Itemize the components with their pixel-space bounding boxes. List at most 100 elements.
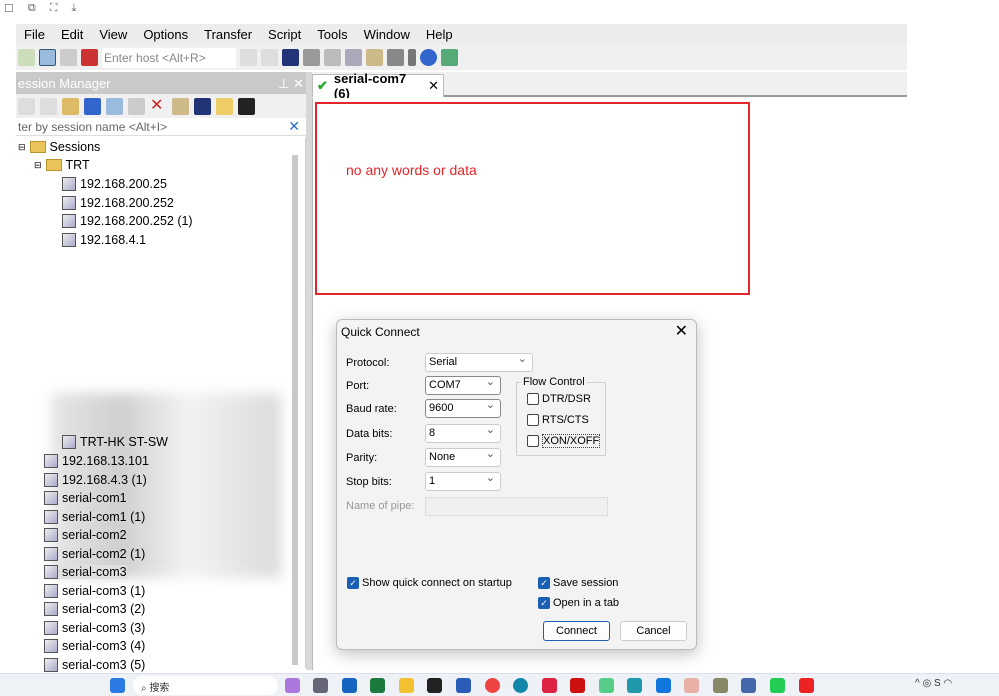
tree-item[interactable]: serial-com1 (44, 491, 127, 505)
tree-item[interactable]: serial-com2 (1) (44, 546, 145, 561)
tree-item[interactable]: 192.168.200.25 (62, 177, 167, 191)
tree-item[interactable]: serial-com3 (4) (44, 639, 145, 653)
tab-serial-com7[interactable]: ✔ serial-com7 (6) ✕ (312, 71, 444, 101)
tree-item[interactable]: 192.168.200.252 (62, 195, 174, 210)
session-options-icon[interactable] (366, 49, 383, 66)
menu-script[interactable]: Script (260, 27, 309, 42)
open-tab-checkbox[interactable]: ✓ Open in a tab (538, 597, 619, 609)
notes-icon[interactable] (627, 678, 642, 693)
menu-edit[interactable]: Edit (53, 27, 91, 42)
tree-item[interactable]: TRT-HK ST-SW (62, 435, 168, 449)
menu-options[interactable]: Options (135, 27, 196, 42)
new-folder-icon[interactable] (216, 97, 233, 115)
menu-tools[interactable]: Tools (309, 27, 355, 42)
download-icon[interactable]: ⤓ (71, 2, 76, 15)
session-filter-input[interactable]: ter by session name <Alt+I> ✕ (16, 118, 306, 136)
connect-icon[interactable] (39, 49, 56, 66)
connect-tab-icon[interactable] (40, 97, 57, 115)
delete-icon[interactable]: ✕ (150, 97, 167, 115)
find-icon[interactable] (282, 49, 299, 66)
close-dialog-icon[interactable]: ✕ (675, 321, 688, 341)
print-setup-icon[interactable] (303, 49, 320, 66)
cancel-button[interactable]: Cancel (620, 621, 687, 641)
menu-file[interactable]: File (16, 27, 53, 42)
app2-icon[interactable] (713, 678, 728, 693)
disconnect-icon[interactable] (81, 49, 98, 66)
close-tab-icon[interactable]: ✕ (428, 78, 439, 94)
show-startup-checkbox[interactable]: ✓ Show quick connect on startup (347, 577, 512, 589)
tree-item[interactable]: serial-com3 (5) (44, 657, 145, 672)
edit-icon[interactable]: ☐ (4, 2, 14, 15)
xon-checkbox[interactable]: XON/XOFF (527, 434, 601, 448)
rts-checkbox[interactable]: RTS/CTS (527, 414, 589, 426)
window-icon[interactable]: ⧉ (28, 2, 36, 15)
print-selection-icon[interactable] (324, 49, 341, 66)
terminal-app-icon[interactable] (427, 678, 442, 693)
help-icon[interactable] (420, 49, 437, 66)
baud-select[interactable]: 9600 (425, 398, 501, 418)
save-session-checkbox[interactable]: ✓ Save session (538, 577, 618, 589)
screenshot-icon[interactable]: ⛶ (50, 2, 58, 15)
settings-icon[interactable] (313, 678, 328, 693)
menu-help[interactable]: Help (418, 27, 461, 42)
chrome-icon[interactable] (485, 678, 500, 693)
port-select[interactable]: COM7 (425, 375, 501, 395)
tree-item[interactable]: serial-com3 (44, 565, 127, 579)
keymap-icon[interactable] (408, 49, 416, 66)
databits-select[interactable]: 8 (425, 423, 501, 443)
dtr-checkbox[interactable]: DTR/DSR (527, 393, 591, 405)
tree-item[interactable]: serial-com3 (1) (44, 583, 145, 598)
copy-icon[interactable] (240, 49, 257, 66)
sftp-icon[interactable] (441, 49, 458, 66)
excel-icon[interactable] (370, 678, 385, 693)
app-icon[interactable] (599, 678, 614, 693)
menu-window[interactable]: Window (356, 27, 418, 42)
youdao-icon[interactable] (799, 678, 814, 693)
stopbits-select[interactable]: 1 (425, 471, 501, 491)
cut-icon[interactable] (84, 97, 101, 115)
pin-close-icons[interactable]: ⊥ ✕ (278, 76, 304, 91)
edge-icon[interactable] (513, 678, 528, 693)
terminal-icon[interactable] (238, 97, 255, 115)
protocol-select[interactable]: Serial (425, 352, 533, 372)
system-tray[interactable]: ^ ◎ S ◠ (915, 678, 975, 693)
session-manager-icon[interactable] (18, 49, 35, 66)
pdf-icon[interactable] (570, 678, 585, 693)
outlook-icon[interactable] (342, 678, 357, 693)
taskbar-search[interactable]: ⌕ 搜索 (133, 676, 278, 695)
explorer-icon[interactable] (399, 678, 414, 693)
connect-button[interactable]: Connect (543, 621, 610, 641)
tree-item[interactable]: 192.168.4.1 (62, 232, 146, 247)
start-icon[interactable] (110, 678, 125, 693)
tree-folder-trt[interactable]: ⊟ TRT (34, 158, 90, 172)
app3-icon[interactable] (741, 678, 756, 693)
print-icon[interactable] (345, 49, 362, 66)
tree-item[interactable]: 192.168.4.3 (1) (44, 472, 147, 487)
feishu-icon[interactable] (656, 678, 671, 693)
tree-item[interactable]: serial-com2 (44, 528, 127, 542)
tree-item[interactable]: 192.168.200.252 (1) (62, 214, 193, 228)
global-options-icon[interactable] (387, 49, 404, 66)
powerpoint-icon[interactable] (542, 678, 557, 693)
new-session-icon[interactable] (62, 97, 79, 115)
paste-icon[interactable] (261, 49, 278, 66)
tree-root-sessions[interactable]: ⊟ Sessions (18, 140, 100, 154)
clear-filter-icon[interactable]: ✕ (288, 118, 300, 135)
securecrt-icon[interactable] (684, 678, 699, 693)
tree-item[interactable]: serial-com1 (1) (44, 509, 145, 524)
copilot-icon[interactable] (285, 678, 300, 693)
tree-scrollbar[interactable] (292, 155, 298, 665)
connect-session-icon[interactable] (18, 97, 35, 115)
paste-session-icon[interactable] (128, 97, 145, 115)
find-session-icon[interactable] (194, 97, 211, 115)
tree-item[interactable]: serial-com3 (2) (44, 602, 145, 616)
tree-item[interactable]: 192.168.13.101 (44, 454, 149, 468)
host-input[interactable]: Enter host <Alt+R> (102, 47, 236, 68)
menu-transfer[interactable]: Transfer (196, 27, 260, 42)
reconnect-icon[interactable] (60, 49, 77, 66)
copy-session-icon[interactable] (106, 97, 123, 115)
word-icon[interactable] (456, 678, 471, 693)
menu-view[interactable]: View (91, 27, 135, 42)
wechat-icon[interactable] (770, 678, 785, 693)
parity-select[interactable]: None (425, 447, 501, 467)
